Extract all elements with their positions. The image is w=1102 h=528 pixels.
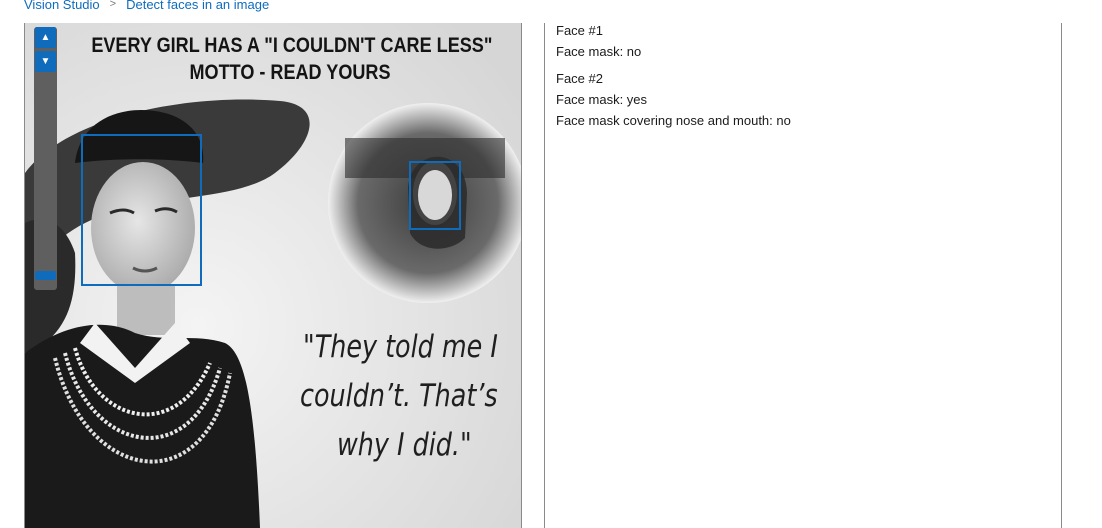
zoom-slider[interactable]: ▲ ▼ — [34, 27, 57, 290]
breadcrumb: Vision Studio > Detect faces in an image — [24, 0, 269, 13]
face-label: Face #2 — [556, 71, 603, 86]
face-label: Face #1 — [556, 23, 603, 38]
zoom-in-button[interactable]: ▲ — [35, 27, 56, 48]
face-result: Face #2 Face mask: yes Face mask coverin… — [556, 68, 791, 131]
face-mask-covering-status: Face mask covering nose and mouth: no — [556, 113, 791, 128]
poster-quote-line-2: couldn’t. That’s — [300, 378, 498, 414]
face-bounding-box-2 — [409, 161, 461, 230]
poster-title-line-1: EVERY GIRL HAS A "I COULDN'T CARE LESS" — [91, 34, 493, 57]
poster-quote-line-3: why I did." — [337, 427, 472, 463]
breadcrumb-vision-studio-link[interactable]: Vision Studio — [24, 0, 100, 12]
poster-title-line-2: MOTTO - READ YOURS — [189, 61, 391, 84]
zoom-slider-thumb[interactable] — [35, 271, 56, 280]
face-result: Face #1 Face mask: no — [556, 20, 641, 62]
breadcrumb-separator: > — [109, 0, 117, 10]
breadcrumb-current-page[interactable]: Detect faces in an image — [126, 0, 269, 12]
chevron-up-icon: ▲ — [40, 32, 51, 43]
face-mask-status: Face mask: yes — [556, 92, 648, 107]
poster-quote-line-1: "They told me I — [303, 329, 498, 365]
face-mask-status: Face mask: no — [556, 44, 642, 59]
chevron-down-icon: ▼ — [40, 56, 51, 67]
face-bounding-box-1 — [81, 134, 202, 286]
image-panel: EVERY GIRL HAS A "I COULDN'T CARE LESS" … — [24, 23, 522, 528]
poster-title: EVERY GIRL HAS A "I COULDN'T CARE LESS" … — [91, 32, 493, 86]
results-panel: Face #1 Face mask: no Face #2 Face mask:… — [544, 23, 1062, 528]
zoom-out-button[interactable]: ▼ — [35, 51, 56, 72]
